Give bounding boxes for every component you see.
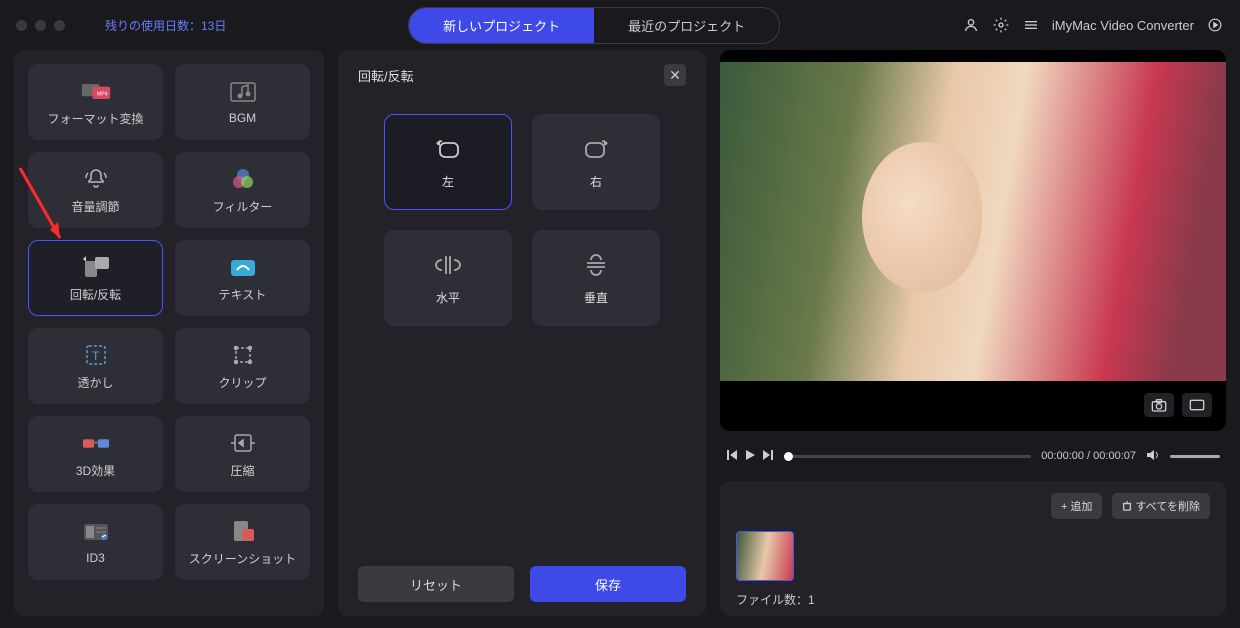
flip-vertical-icon <box>578 251 614 279</box>
panel-title: 回転/反転 <box>358 66 414 85</box>
rotate-left-option[interactable]: 左 <box>384 114 512 210</box>
video-preview <box>720 50 1226 431</box>
rotate-icon <box>81 254 111 280</box>
project-tabs: 新しいプロジェクト 最近のプロジェクト <box>408 7 780 44</box>
filter-icon <box>228 166 258 192</box>
close-panel-button[interactable]: ✕ <box>664 64 686 86</box>
tool-volume[interactable]: 音量調節 <box>28 152 163 228</box>
file-thumbnail[interactable] <box>736 531 794 581</box>
option-label: 左 <box>442 173 454 190</box>
video-frame <box>720 62 1226 381</box>
volume-icon[interactable] <box>1146 449 1160 464</box>
tool-label: BGM <box>229 111 256 125</box>
tool-panel: MP4 フォーマット変換 BGM 音量調節 フィルター <box>14 50 324 616</box>
snapshot-button[interactable] <box>1144 393 1174 417</box>
delete-all-button[interactable]: すべてを削除 <box>1112 493 1210 519</box>
play-button[interactable] <box>744 449 756 464</box>
tool-label: フォーマット変換 <box>47 110 143 127</box>
user-icon[interactable] <box>962 16 980 34</box>
progress-slider[interactable] <box>784 455 1031 458</box>
save-button[interactable]: 保存 <box>530 566 686 602</box>
tool-3d[interactable]: 3D効果 <box>28 416 163 492</box>
flip-horizontal-icon <box>430 251 466 279</box>
tool-label: フィルター <box>213 198 273 215</box>
tool-label: 圧縮 <box>230 462 254 479</box>
preview-column: 00:00:00 / 00:00:07 + 追加 すべてを削除 ファイル数：1 <box>720 50 1226 616</box>
flip-vertical-option[interactable]: 垂直 <box>532 230 660 326</box>
text-icon <box>228 254 258 280</box>
rotate-left-icon <box>430 135 466 163</box>
tool-compress[interactable]: 圧縮 <box>175 416 310 492</box>
playback-bar: 00:00:00 / 00:00:07 <box>720 441 1226 471</box>
tool-watermark[interactable]: T 透かし <box>28 328 163 404</box>
tool-label: ID3 <box>86 551 105 565</box>
file-count-label: ファイル数：1 <box>736 591 1210 608</box>
rotate-flip-panel: 回転/反転 ✕ 左 右 水平 <box>338 50 706 616</box>
tool-label: クリップ <box>218 374 266 391</box>
option-label: 水平 <box>436 289 460 306</box>
close-window-icon[interactable] <box>16 20 27 31</box>
menu-icon[interactable] <box>1022 16 1040 34</box>
tool-screenshot[interactable]: スクリーンショット <box>175 504 310 580</box>
id3-tag-icon <box>81 519 111 545</box>
tool-id3[interactable]: ID3 <box>28 504 163 580</box>
file-bar: + 追加 すべてを削除 ファイル数：1 <box>720 481 1226 616</box>
play-badge-icon[interactable] <box>1206 16 1224 34</box>
option-label: 垂直 <box>584 289 608 306</box>
svg-text:MP4: MP4 <box>96 91 107 97</box>
option-label: 右 <box>590 173 602 190</box>
title-bar: 残りの使用日数：13日 新しいプロジェクト 最近のプロジェクト iMyMac V… <box>0 0 1240 50</box>
tool-label: 回転/反転 <box>70 286 121 303</box>
header-right: iMyMac Video Converter <box>962 16 1224 34</box>
flip-horizontal-option[interactable]: 水平 <box>384 230 512 326</box>
time-display: 00:00:00 / 00:00:07 <box>1041 450 1136 462</box>
window-controls <box>16 20 65 31</box>
tool-label: スクリーンショット <box>189 550 296 567</box>
gear-icon[interactable] <box>992 16 1010 34</box>
close-icon: ✕ <box>669 67 681 84</box>
app-name-label: iMyMac Video Converter <box>1052 18 1194 33</box>
bgm-icon <box>228 79 258 105</box>
tool-label: 透かし <box>77 374 113 391</box>
trial-days-label: 残りの使用日数：13日 <box>105 17 226 34</box>
tab-recent-projects[interactable]: 最近のプロジェクト <box>594 8 779 43</box>
screenshot-icon <box>228 518 258 544</box>
tool-clip[interactable]: クリップ <box>175 328 310 404</box>
bell-icon <box>81 166 111 192</box>
fullscreen-button[interactable] <box>1182 393 1212 417</box>
crop-icon <box>228 342 258 368</box>
watermark-icon: T <box>81 342 111 368</box>
tool-label: 音量調節 <box>71 198 119 215</box>
minimize-window-icon[interactable] <box>35 20 46 31</box>
svg-text:T: T <box>92 349 100 363</box>
volume-slider[interactable] <box>1170 455 1220 458</box>
tool-filter[interactable]: フィルター <box>175 152 310 228</box>
tool-label: 3D効果 <box>76 462 115 479</box>
tool-format-convert[interactable]: MP4 フォーマット変換 <box>28 64 163 140</box>
add-file-button[interactable]: + 追加 <box>1051 493 1102 519</box>
tool-rotate[interactable]: 回転/反転 <box>28 240 163 316</box>
tool-label: テキスト <box>219 286 267 303</box>
glasses-3d-icon <box>81 430 111 456</box>
prev-button[interactable] <box>726 449 738 464</box>
maximize-window-icon[interactable] <box>54 20 65 31</box>
reset-button[interactable]: リセット <box>358 566 514 602</box>
tab-new-project[interactable]: 新しいプロジェクト <box>409 8 594 43</box>
delete-all-label: すべてを削除 <box>1135 501 1200 513</box>
rotate-right-option[interactable]: 右 <box>532 114 660 210</box>
tool-bgm[interactable]: BGM <box>175 64 310 140</box>
next-button[interactable] <box>762 449 774 464</box>
format-convert-icon: MP4 <box>81 78 111 104</box>
compress-icon <box>228 430 258 456</box>
tool-text[interactable]: テキスト <box>175 240 310 316</box>
rotate-right-icon <box>578 135 614 163</box>
